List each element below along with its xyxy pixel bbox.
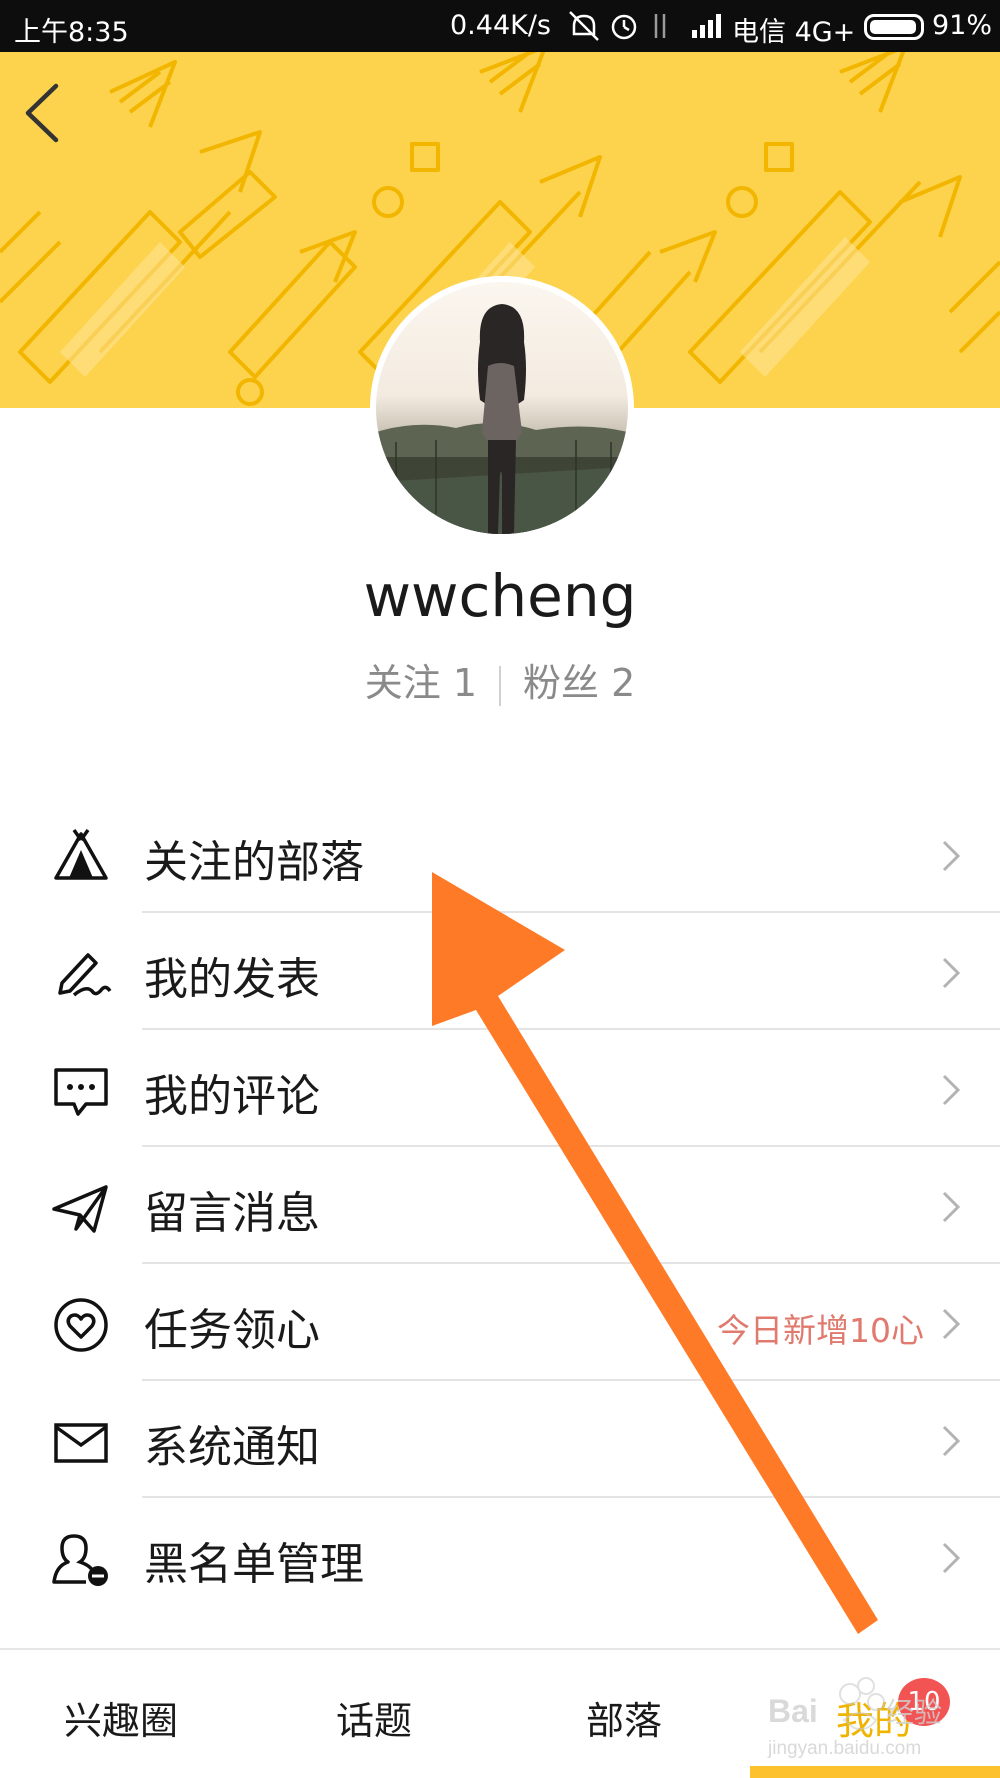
nav-tab-tribes[interactable]: 部落 (586, 1690, 662, 1745)
following-count[interactable]: 关注 1 (365, 661, 477, 705)
menu-label: 我的评论 (144, 1071, 320, 1122)
status-icons (569, 11, 666, 41)
heart-icon (54, 1298, 108, 1352)
menu-label: 黑名单管理 (144, 1539, 364, 1590)
stats-divider (499, 665, 501, 706)
envelope-icon (54, 1423, 108, 1463)
chevron-right-icon (942, 840, 961, 872)
status-net-speed: 0.44K/s (450, 10, 551, 41)
data-arrows-icon (654, 14, 666, 38)
menu-label: 任务领心 (144, 1305, 320, 1356)
user-block-icon (52, 1534, 108, 1586)
menu-item-followed-tribes[interactable]: 关注的部落 (0, 796, 1000, 913)
signal-icon (692, 14, 721, 38)
menu-label: 关注的部落 (144, 837, 364, 888)
back-button[interactable] (14, 78, 74, 148)
followers-count[interactable]: 粉丝 2 (523, 661, 635, 705)
chevron-right-icon (942, 1425, 961, 1457)
menu-item-blacklist[interactable]: 黑名单管理 (0, 1498, 1000, 1615)
menu-item-my-comments[interactable]: 我的评论 (0, 1030, 1000, 1147)
chevron-right-icon (942, 1308, 961, 1340)
mute-icon (569, 11, 599, 41)
menu-item-messages[interactable]: 留言消息 (0, 1147, 1000, 1264)
chevron-right-icon (942, 1191, 961, 1223)
status-time: 上午8:35 (14, 17, 129, 48)
svg-text:经验: 经验 (886, 1696, 942, 1729)
paper-plane-icon (52, 1185, 108, 1233)
comment-icon (54, 1068, 108, 1116)
status-bar: 上午8:35 0.44K/s 电信 4G+ 91% (0, 0, 1000, 52)
avatar[interactable] (370, 276, 634, 540)
status-battery: 91% (932, 10, 993, 41)
svg-text:Bai: Bai (768, 1693, 818, 1729)
menu-item-system-notices[interactable]: 系统通知 (0, 1381, 1000, 1498)
profile-menu: 关注的部落 我的发表 我的评论 留言消息 任务领心 今日新增10心 系统通知 黑… (0, 796, 1000, 1615)
tent-icon (54, 828, 108, 880)
menu-label: 我的发表 (144, 954, 320, 1005)
nav-tab-interest-circle[interactable]: 兴趣圈 (64, 1690, 178, 1745)
menu-label: 留言消息 (144, 1188, 320, 1239)
chevron-right-icon (942, 957, 961, 989)
active-tab-indicator (750, 1766, 1000, 1778)
menu-item-my-posts[interactable]: 我的发表 (0, 913, 1000, 1030)
pen-icon (58, 953, 112, 997)
battery-icon (864, 14, 924, 40)
chevron-left-icon (25, 83, 59, 143)
username: wwcheng (363, 562, 637, 630)
alarm-icon (611, 14, 637, 40)
baidu-jingyan-watermark: Bai 经验 jingyan.baidu.com (767, 1677, 942, 1759)
menu-label: 系统通知 (144, 1422, 320, 1473)
avatar-photo (376, 282, 628, 534)
hearts-increase-note: 今日新增10心 (717, 1311, 924, 1350)
svg-text:jingyan.baidu.com: jingyan.baidu.com (767, 1738, 921, 1759)
status-carrier: 电信 4G+ (732, 17, 856, 48)
nav-tab-topics[interactable]: 话题 (336, 1690, 412, 1745)
chevron-right-icon (942, 1542, 961, 1574)
menu-item-tasks-hearts[interactable]: 任务领心 今日新增10心 (0, 1264, 1000, 1381)
follow-stats: 关注 1 粉丝 2 (0, 652, 1000, 707)
arrow-motif (659, 52, 1000, 384)
chevron-right-icon (942, 1074, 961, 1106)
